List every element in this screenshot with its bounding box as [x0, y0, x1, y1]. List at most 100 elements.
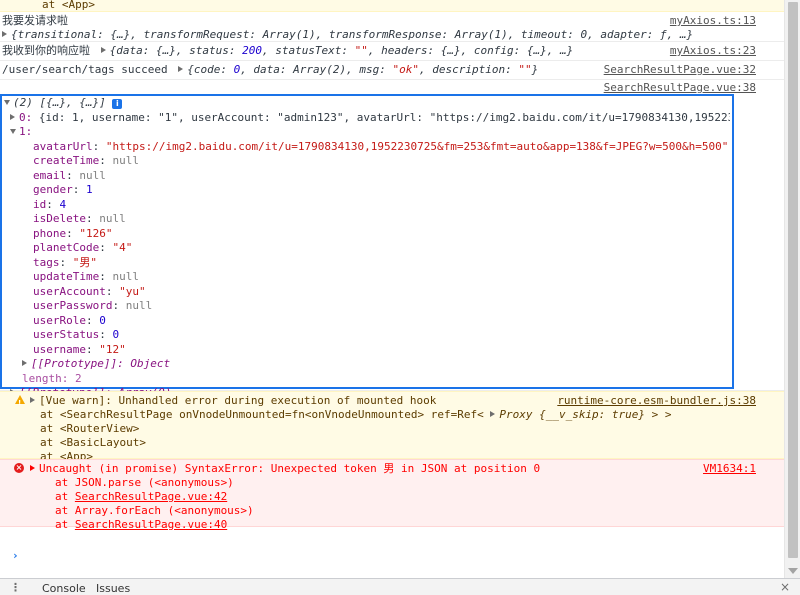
- object-field-row: username: "12": [33, 342, 126, 356]
- field-value: 0: [112, 328, 120, 341]
- tab-issues[interactable]: Issues: [96, 582, 130, 595]
- array-summary[interactable]: (2) [{…}, {…}] i: [4, 96, 730, 111]
- log-response-source-link[interactable]: myAxios.ts:23: [670, 44, 756, 58]
- object-field-row: userAccount: "yu": [33, 284, 146, 298]
- field-value: "https://img2.baidu.com/it/u=1790834130,…: [105, 139, 729, 153]
- log-response-object[interactable]: {data: {…}, status: 200, statusText: "",…: [97, 44, 573, 57]
- field-value: "126": [79, 226, 113, 240]
- array-item-0[interactable]: 0: {id: 1, username: "1", userAccount: "…: [4, 111, 730, 126]
- console-scrollbar[interactable]: [784, 0, 800, 578]
- object-fields: avatarUrl: "https://img2.baidu.com/it/u=…: [4, 140, 730, 358]
- field-key: avatarUrl: [33, 139, 93, 153]
- warning-icon: [15, 395, 25, 410]
- expand-triangle-icon[interactable]: [100, 47, 106, 53]
- warning-trace-line: at <SearchResultPage onVnodeUnmounted=fn…: [40, 408, 672, 421]
- log-request-source-link[interactable]: myAxios.ts:13: [670, 14, 756, 28]
- warning-trace-line: at <RouterView>: [40, 422, 140, 435]
- field-value: null: [79, 168, 106, 182]
- error-stack-line: at SearchResultPage.vue:42: [55, 490, 228, 503]
- console-log-area: at <App> 我要发请求啦 {transitional: {…}, tran…: [0, 0, 784, 578]
- array-length: length: 2: [22, 371, 82, 385]
- info-icon[interactable]: i: [112, 99, 123, 109]
- field-key: isDelete: [33, 212, 86, 225]
- selected-array-output[interactable]: (2) [{…}, {…}] i 0: {id: 1, username: "1…: [0, 94, 734, 399]
- field-value: 4: [59, 197, 67, 211]
- log-response-prefix: 我收到你的响应啦: [2, 44, 90, 57]
- log-array-entry: SearchResultPage.vue:38 (2) [{…}, {…}] i…: [0, 80, 784, 399]
- prototype-object[interactable]: [[Prototype]]: Object: [4, 357, 730, 372]
- expand-triangle-icon[interactable]: [178, 66, 184, 72]
- object-field-row: userRole: 0: [33, 313, 106, 327]
- log-search-object[interactable]: {code: 0, data: Array(2), msg: "ok", des…: [174, 63, 538, 76]
- field-key: id: [33, 197, 47, 211]
- object-field-row: isDelete: null: [33, 212, 126, 225]
- object-field-row: updateTime: null: [33, 270, 139, 283]
- field-key: planetCode: [33, 241, 100, 254]
- field-key: username: [33, 342, 86, 356]
- scrollbar-thumb[interactable]: [788, 2, 798, 558]
- log-search-prefix: /user/search/tags succeed: [2, 63, 168, 76]
- scroll-down-arrow-icon[interactable]: [788, 568, 798, 574]
- error-source-link[interactable]: VM1634:1: [703, 462, 756, 476]
- field-value: 0: [99, 313, 106, 327]
- object-field-row: id: 4: [33, 197, 67, 211]
- log-request-object[interactable]: {transitional: {…}, transformRequest: Ar…: [2, 28, 762, 42]
- object-field-row: createTime: null: [33, 154, 139, 167]
- field-value: null: [125, 299, 153, 312]
- object-field-row: gender: 1: [33, 183, 93, 196]
- close-drawer-icon[interactable]: ×: [780, 580, 790, 594]
- field-key: phone: [33, 226, 67, 240]
- collapse-triangle-icon[interactable]: [4, 100, 10, 105]
- error-message[interactable]: Uncaught (in promise) SyntaxError: Unexp…: [30, 462, 762, 476]
- log-request: 我要发请求啦 {transitional: {…}, transformRequ…: [0, 12, 784, 42]
- field-value: "12": [99, 342, 126, 356]
- field-key: createTime: [33, 154, 100, 167]
- error-stack-link[interactable]: SearchResultPage.vue:40: [75, 518, 227, 531]
- log-response: 我收到你的响应啦 {data: {…}, status: 200, status…: [0, 42, 784, 61]
- object-field-row: planetCode: "4": [33, 241, 133, 254]
- field-key: userRole: [33, 313, 86, 327]
- field-key: userStatus: [33, 328, 100, 341]
- field-value: null: [112, 154, 139, 167]
- error-stack-line: at JSON.parse (<anonymous>): [55, 476, 234, 489]
- uncaught-error: × Uncaught (in promise) SyntaxError: Une…: [0, 459, 784, 531]
- expand-triangle-icon[interactable]: [30, 465, 35, 471]
- vue-warning: [Vue warn]: Unhandled error during execu…: [0, 391, 784, 463]
- array-item-1[interactable]: 1:: [4, 125, 730, 140]
- devtools-drawer: ⋮ Console Issues ×: [0, 578, 800, 595]
- error-stack-line: at SearchResultPage.vue:40: [55, 518, 228, 531]
- error-stack-link[interactable]: SearchResultPage.vue:42: [75, 490, 227, 503]
- field-key: userPassword: [33, 299, 113, 312]
- field-key: gender: [33, 183, 73, 196]
- field-key: email: [33, 168, 67, 182]
- drawer-menu-icon[interactable]: ⋮: [10, 581, 21, 594]
- error-icon: ×: [14, 463, 24, 473]
- field-key: updateTime: [33, 270, 100, 283]
- log-search-succeed: /user/search/tags succeed {code: 0, data…: [0, 61, 784, 80]
- object-field-row: phone: "126": [33, 226, 113, 240]
- object-field-row: tags: "男": [33, 255, 97, 269]
- top-warning-trace: at <App>: [0, 0, 784, 12]
- warning-source-link[interactable]: runtime-core.esm-bundler.js:38: [557, 394, 756, 408]
- log-request-text: 我要发请求啦: [2, 14, 68, 27]
- expand-triangle-icon[interactable]: [22, 360, 27, 366]
- object-field-row: avatarUrl: "https://img2.baidu.com/it/u=…: [33, 139, 729, 153]
- expand-triangle-icon[interactable]: [10, 113, 15, 120]
- object-field-row: email: null: [33, 168, 106, 182]
- field-value: "yu": [119, 284, 146, 298]
- expand-triangle-icon[interactable]: [490, 411, 496, 417]
- log-array-source-link[interactable]: SearchResultPage.vue:38: [604, 81, 756, 94]
- field-value: "4": [112, 241, 133, 254]
- field-value: "男": [72, 255, 97, 269]
- field-value: null: [99, 212, 126, 225]
- log-search-source-link[interactable]: SearchResultPage.vue:32: [604, 63, 756, 77]
- warning-trace-line: at <BasicLayout>: [40, 436, 146, 449]
- expand-triangle-icon[interactable]: [30, 397, 35, 403]
- expand-triangle-icon[interactable]: [2, 31, 7, 37]
- field-key: userAccount: [33, 284, 106, 298]
- console-prompt-chevron-icon[interactable]: ›: [12, 549, 19, 562]
- field-value: 1: [86, 183, 93, 196]
- object-field-row: userStatus: 0: [33, 328, 120, 341]
- tab-console[interactable]: Console: [42, 582, 86, 595]
- collapse-triangle-icon[interactable]: [10, 129, 16, 134]
